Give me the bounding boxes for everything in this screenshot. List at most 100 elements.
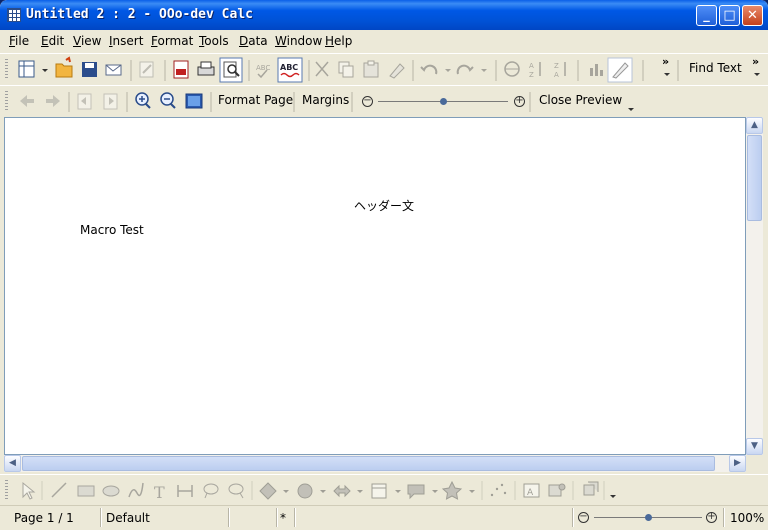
margins-button[interactable]: Margins bbox=[302, 93, 349, 107]
menu-insert[interactable]: Insert bbox=[109, 34, 143, 48]
extrusion-icon[interactable] bbox=[583, 481, 599, 496]
drawing-toolbar-icons: T A bbox=[22, 480, 605, 502]
full-screen-icon[interactable] bbox=[185, 93, 203, 109]
horizontal-scroll-thumb[interactable] bbox=[22, 456, 715, 471]
menu-file[interactable]: File bbox=[9, 34, 29, 48]
svg-text:ABC: ABC bbox=[256, 64, 270, 72]
page-indicator[interactable]: Page 1 / 1 bbox=[14, 511, 74, 525]
paste-icon[interactable] bbox=[363, 60, 379, 78]
text-icon[interactable]: T bbox=[154, 483, 165, 502]
minimize-button[interactable]: _ bbox=[696, 5, 717, 26]
zoom-in-icon[interactable] bbox=[135, 92, 151, 109]
scroll-left-icon[interactable]: ◀ bbox=[4, 455, 21, 472]
edit-file-icon[interactable] bbox=[139, 61, 154, 78]
zoom-out-icon[interactable] bbox=[160, 92, 176, 109]
document-modified-indicator[interactable]: * bbox=[280, 511, 286, 525]
find-toolbar-overflow-button[interactable]: » bbox=[752, 55, 759, 68]
preview-toolbar-options-icon[interactable] bbox=[628, 108, 634, 111]
from-file-icon[interactable] bbox=[548, 483, 566, 497]
export-pdf-icon[interactable] bbox=[173, 60, 189, 79]
basic-shapes-icon[interactable] bbox=[259, 482, 289, 500]
page-header-text: ヘッダー文 bbox=[354, 199, 415, 213]
copy-icon[interactable] bbox=[338, 61, 354, 78]
menu-edit[interactable]: Edit bbox=[41, 34, 64, 48]
scroll-right-icon[interactable]: ▶ bbox=[729, 455, 746, 472]
menu-tools[interactable]: Tools bbox=[199, 34, 229, 48]
spellcheck-icon[interactable]: ABC bbox=[256, 64, 270, 79]
menu-help[interactable]: Help bbox=[325, 34, 352, 48]
zoom-out-small-icon[interactable]: − bbox=[362, 96, 373, 107]
select-icon[interactable] bbox=[22, 481, 36, 500]
menu-data[interactable]: Data bbox=[239, 34, 268, 48]
clone-formatting-icon[interactable] bbox=[389, 63, 405, 79]
preview-zoom-slider-knob[interactable] bbox=[440, 98, 447, 105]
vertical-scrollbar[interactable]: ▲ ▼ bbox=[746, 117, 763, 455]
title-bar[interactable]: Untitled 2 : 2 - OOo-dev Calc _ □ ✕ bbox=[0, 0, 768, 30]
scroll-down-icon[interactable]: ▼ bbox=[746, 438, 763, 455]
vertical-scroll-thumb[interactable] bbox=[747, 135, 762, 221]
open-folder-icon[interactable] bbox=[55, 56, 73, 78]
draw-functions-icon[interactable] bbox=[607, 57, 633, 83]
dimension-line-icon[interactable] bbox=[177, 485, 193, 497]
ellipse-icon[interactable] bbox=[102, 485, 120, 497]
page-style[interactable]: Default bbox=[106, 511, 150, 525]
toolbar-overflow-button[interactable]: » bbox=[662, 55, 669, 68]
app-window: Untitled 2 : 2 - OOo-dev Calc _ □ ✕ File… bbox=[0, 0, 768, 530]
freeform-line-icon[interactable] bbox=[128, 482, 144, 498]
callout-icon[interactable] bbox=[203, 483, 219, 499]
svg-text:Z: Z bbox=[529, 71, 534, 79]
standard-toolbar: ABC ABC AZ ZA » Find Text » bbox=[0, 53, 768, 85]
drawing-toolbar-options-icon[interactable] bbox=[610, 495, 616, 498]
menu-window[interactable]: Window bbox=[275, 34, 322, 48]
callouts-icon[interactable] bbox=[407, 484, 438, 500]
preview-toolbar-icons bbox=[20, 92, 531, 112]
block-arrows-icon[interactable] bbox=[333, 484, 363, 498]
points-icon[interactable] bbox=[490, 483, 507, 497]
rectangle-icon[interactable] bbox=[77, 485, 95, 497]
save-icon[interactable] bbox=[82, 62, 97, 77]
new-document-icon[interactable] bbox=[18, 60, 48, 78]
undo-icon[interactable] bbox=[420, 64, 451, 75]
page-preview-toolbar: Format Page Margins − + Close Preview bbox=[0, 85, 768, 117]
toolbar-options-icon[interactable] bbox=[664, 73, 670, 76]
page-preview-area[interactable]: ヘッダー文 Macro Test bbox=[4, 117, 746, 455]
status-zoom-in-icon[interactable]: + bbox=[706, 512, 717, 523]
next-page-icon[interactable] bbox=[46, 95, 60, 107]
svg-text:ABC: ABC bbox=[280, 63, 298, 72]
format-page-button[interactable]: Format Page bbox=[218, 93, 293, 107]
close-button[interactable]: ✕ bbox=[742, 5, 763, 26]
scroll-up-icon[interactable]: ▲ bbox=[746, 117, 763, 134]
fontwork-icon[interactable]: A bbox=[523, 483, 540, 498]
horizontal-scrollbar[interactable]: ◀ ▶ bbox=[4, 455, 746, 472]
standard-toolbar-icons: ABC ABC AZ ZA bbox=[18, 56, 679, 83]
status-zoom-slider-knob[interactable] bbox=[645, 514, 652, 521]
status-zoom-out-icon[interactable]: − bbox=[578, 512, 589, 523]
close-preview-button[interactable]: Close Preview bbox=[539, 93, 622, 107]
menu-format[interactable]: Format bbox=[151, 34, 193, 48]
first-page-icon[interactable] bbox=[77, 93, 92, 110]
cut-icon[interactable] bbox=[315, 61, 329, 77]
page-preview-icon[interactable] bbox=[219, 57, 243, 83]
redo-icon[interactable] bbox=[456, 64, 487, 75]
zoom-in-small-icon[interactable]: + bbox=[514, 96, 525, 107]
flowchart-icon[interactable] bbox=[371, 483, 401, 499]
chart-icon[interactable] bbox=[590, 64, 603, 76]
zoom-percentage[interactable]: 100% bbox=[730, 511, 764, 525]
stars-icon[interactable] bbox=[441, 480, 475, 500]
last-page-icon[interactable] bbox=[103, 93, 118, 110]
sort-ascending-icon[interactable]: AZ bbox=[529, 62, 541, 79]
menu-view[interactable]: View bbox=[73, 34, 101, 48]
find-text-label[interactable]: Find Text bbox=[689, 61, 742, 75]
line-icon[interactable] bbox=[51, 482, 67, 498]
email-icon[interactable] bbox=[105, 64, 122, 76]
legend-icon[interactable] bbox=[228, 483, 244, 499]
sort-descending-icon[interactable]: ZA bbox=[554, 62, 566, 79]
previous-page-icon[interactable] bbox=[20, 95, 34, 107]
hyperlink-icon[interactable] bbox=[504, 61, 520, 77]
print-icon[interactable] bbox=[197, 61, 215, 76]
svg-text:T: T bbox=[154, 483, 165, 502]
maximize-button[interactable]: □ bbox=[719, 5, 740, 26]
find-toolbar-options-icon[interactable] bbox=[754, 73, 760, 76]
autospellcheck-icon[interactable]: ABC bbox=[277, 57, 303, 83]
symbol-shapes-icon[interactable] bbox=[297, 483, 326, 499]
